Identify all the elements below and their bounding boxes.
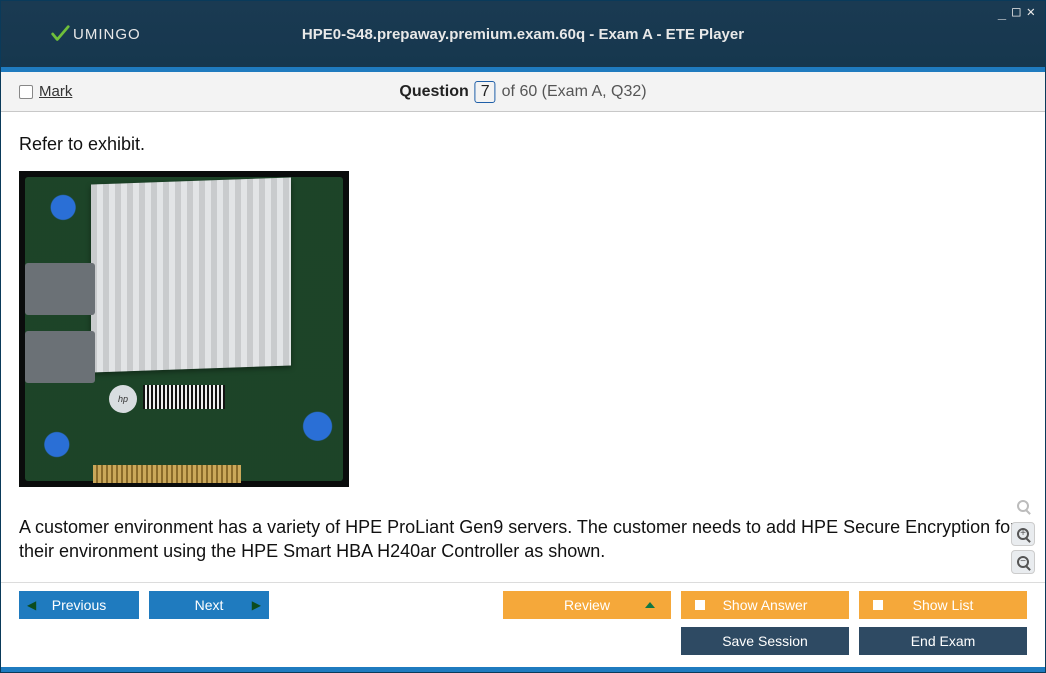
content-area: Refer to exhibit. hp A customer environm… [1, 112, 1045, 582]
zoom-reset-button[interactable] [1011, 494, 1035, 518]
show-answer-button[interactable]: Show Answer [681, 591, 849, 619]
show-list-label: Show List [913, 597, 974, 613]
edge-connector [93, 465, 241, 483]
footer: ◀ Previous Next ▶ Review Show Answer Sho… [1, 582, 1045, 667]
save-session-label: Save Session [722, 633, 808, 649]
app-logo: UMINGO [49, 23, 141, 45]
chevron-right-icon: ▶ [252, 598, 261, 612]
port-top [25, 263, 95, 315]
window-title: HPE0-S48.prepaway.premium.exam.60q - Exa… [302, 26, 744, 43]
app-window: UMINGO HPE0-S48.prepaway.premium.exam.60… [0, 0, 1046, 673]
mark-label[interactable]: Mark [39, 83, 72, 100]
bottom-divider [1, 667, 1045, 672]
question-word: Question [399, 83, 468, 101]
previous-label: Previous [52, 597, 106, 613]
review-label: Review [564, 597, 610, 613]
previous-button[interactable]: ◀ Previous [19, 591, 139, 619]
stop-icon [695, 600, 705, 610]
zoom-in-button[interactable]: + [1011, 522, 1035, 546]
question-body: A customer environment has a variety of … [19, 515, 1027, 564]
maximize-button[interactable]: □ [1012, 5, 1020, 19]
title-bar: UMINGO HPE0-S48.prepaway.premium.exam.60… [1, 1, 1045, 67]
hp-badge: hp [109, 385, 137, 413]
window-controls: _ □ ✕ [998, 5, 1035, 19]
stop-icon [873, 600, 883, 610]
footer-row-secondary: Save Session End Exam [19, 627, 1027, 655]
triangle-up-icon [645, 602, 655, 608]
footer-row-primary: ◀ Previous Next ▶ Review Show Answer Sho… [19, 591, 1027, 619]
end-exam-button[interactable]: End Exam [859, 627, 1027, 655]
logo-text: UMINGO [73, 26, 141, 43]
content-inner: Refer to exhibit. hp A customer environm… [1, 112, 1045, 582]
question-indicator: Question 7 of 60 (Exam A, Q32) [399, 81, 646, 103]
review-button[interactable]: Review [503, 591, 671, 619]
close-button[interactable]: ✕ [1027, 5, 1035, 19]
port-bottom [25, 331, 95, 383]
checkmark-icon [49, 23, 71, 45]
end-exam-label: End Exam [911, 633, 976, 649]
mark-control: Mark [19, 83, 72, 100]
next-button[interactable]: Next ▶ [149, 591, 269, 619]
intro-text: Refer to exhibit. [19, 134, 1027, 155]
minimize-button[interactable]: _ [998, 5, 1006, 19]
heatsink [91, 178, 291, 373]
show-answer-label: Show Answer [723, 597, 808, 613]
zoom-out-button[interactable]: − [1011, 550, 1035, 574]
zoom-controls: + − [1011, 494, 1035, 574]
question-of-text: of 60 (Exam A, Q32) [502, 83, 647, 101]
next-label: Next [195, 597, 224, 613]
exhibit-image: hp [19, 171, 349, 487]
mark-checkbox[interactable] [19, 85, 33, 99]
question-bar: Mark Question 7 of 60 (Exam A, Q32) [1, 72, 1045, 112]
barcode-label [143, 385, 225, 409]
chevron-left-icon: ◀ [27, 598, 36, 612]
show-list-button[interactable]: Show List [859, 591, 1027, 619]
question-number-input[interactable]: 7 [475, 81, 496, 103]
save-session-button[interactable]: Save Session [681, 627, 849, 655]
